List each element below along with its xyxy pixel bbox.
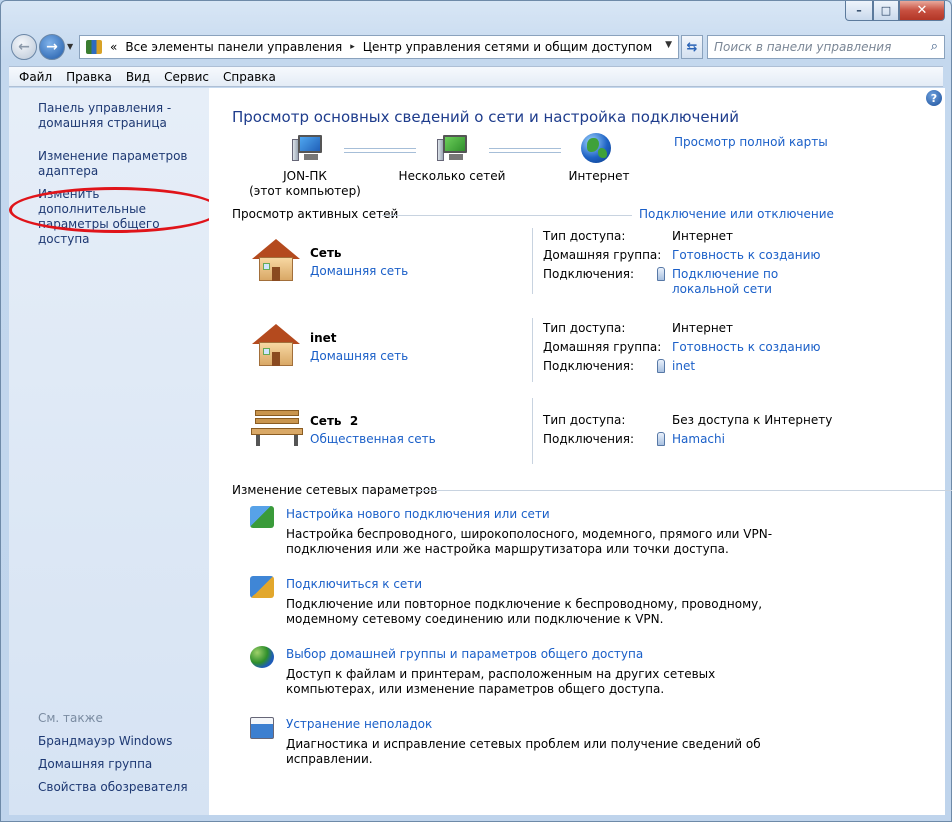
forward-button[interactable]: →: [39, 34, 65, 60]
multiple-networks-icon[interactable]: [437, 135, 467, 161]
network-type-link[interactable]: Домашняя сеть: [310, 349, 408, 363]
sidebar-link-homegroup[interactable]: Домашняя группа: [38, 757, 152, 772]
search-icon[interactable]: ⌕: [931, 39, 938, 54]
connection-link[interactable]: Hamachi: [672, 432, 725, 447]
sidebar-link-internet-options[interactable]: Свойства обозревателя: [38, 780, 188, 795]
new-connection-icon: [250, 506, 274, 528]
vertical-divider: [532, 318, 533, 382]
caption-buttons: – □ ✕: [845, 1, 945, 21]
homegroup-label: Домашняя группа:: [543, 340, 662, 354]
homegroup-label: Домашняя группа:: [543, 248, 662, 262]
internet-globe-icon[interactable]: [581, 133, 611, 163]
homegroup-link[interactable]: Готовность к созданию: [672, 340, 821, 355]
full-map-link[interactable]: Просмотр полной карты: [674, 135, 828, 149]
connections-label: Подключения:: [543, 267, 635, 281]
access-type-value: Интернет: [672, 229, 734, 243]
computer-sub: (этот компьютер): [249, 184, 361, 198]
address-bar[interactable]: « Все элементы панели управления ▸ Центр…: [79, 35, 679, 59]
close-button[interactable]: ✕: [899, 1, 945, 21]
refresh-button[interactable]: ⇆: [681, 35, 703, 59]
home-network-icon: [252, 239, 300, 281]
section-divider: [382, 215, 632, 216]
back-button[interactable]: ←: [11, 34, 37, 60]
help-icon[interactable]: ?: [926, 90, 942, 106]
vertical-divider: [532, 398, 533, 464]
multiple-networks-label: Несколько сетей: [398, 169, 506, 183]
troubleshoot-icon: [250, 717, 274, 739]
window-frame: – □ ✕ ← → ▼ « Все элементы панели управл…: [0, 0, 952, 822]
sidebar-link-firewall[interactable]: Брандмауэр Windows: [38, 734, 172, 749]
task-new-connection-link[interactable]: Настройка нового подключения или сети: [286, 507, 550, 521]
recent-pages-dropdown-icon[interactable]: ▼: [67, 42, 73, 51]
address-prefix[interactable]: «: [110, 40, 117, 54]
menu-edit[interactable]: Правка: [66, 70, 112, 84]
task-connect-link[interactable]: Подключиться к сети: [286, 577, 422, 591]
menu-tools[interactable]: Сервис: [164, 70, 209, 84]
access-type-label: Тип доступа:: [543, 413, 626, 427]
maximize-button[interactable]: □: [873, 1, 899, 21]
task-troubleshoot-link[interactable]: Устранение неполадок: [286, 717, 432, 731]
computer-name: JON-ПК: [283, 169, 327, 183]
sidebar-link-home[interactable]: Панель управления - домашняя страница: [38, 101, 178, 131]
network-type-link[interactable]: Домашняя сеть: [310, 264, 408, 278]
access-type-label: Тип доступа:: [543, 229, 626, 243]
menu-view[interactable]: Вид: [126, 70, 150, 84]
control-panel-icon: [86, 40, 102, 54]
access-type-label: Тип доступа:: [543, 321, 626, 335]
breadcrumb-all-items[interactable]: Все элементы панели управления: [125, 40, 342, 54]
sidebar-link-adapter[interactable]: Изменение параметров адаптера: [38, 149, 188, 179]
connection-link[interactable]: Подключение по локальной сети: [672, 267, 792, 297]
page-title: Просмотр основных сведений о сети и наст…: [232, 108, 739, 126]
change-settings-header: Изменение сетевых параметров: [232, 483, 438, 497]
map-line: [489, 148, 561, 153]
annotation-ellipse: [9, 187, 221, 233]
connect-network-icon: [250, 576, 274, 598]
menu-file[interactable]: Файл: [19, 70, 52, 84]
address-dropdown-icon[interactable]: ▼: [665, 40, 672, 50]
public-network-bench-icon: [251, 406, 303, 446]
task-description: Доступ к файлам и принтерам, расположенн…: [286, 667, 716, 696]
homegroup-link[interactable]: Готовность к созданию: [672, 248, 821, 263]
connections-label: Подключения:: [543, 432, 635, 446]
access-type-value: Без доступа к Интернету: [672, 413, 833, 427]
access-type-value: Интернет: [672, 321, 734, 335]
task-description: Настройка беспроводного, широкополосного…: [286, 527, 773, 556]
connections-label: Подключения:: [543, 359, 635, 373]
network-name: inet: [310, 331, 337, 345]
menu-help[interactable]: Справка: [223, 70, 276, 84]
breadcrumb-network-center[interactable]: Центр управления сетями и общим доступом: [363, 40, 652, 54]
network-name: Сеть 2: [310, 414, 359, 428]
connection-link[interactable]: inet: [672, 359, 695, 374]
ethernet-plug-icon: [657, 359, 665, 373]
minimize-button[interactable]: –: [845, 1, 873, 21]
task-description: Диагностика и исправление сетевых пробле…: [286, 737, 761, 766]
main-content: ? Просмотр основных сведений о сети и на…: [209, 88, 952, 815]
menu-bar: Файл Правка Вид Сервис Справка: [9, 66, 943, 87]
search-input[interactable]: Поиск в панели управления ⌕: [707, 35, 945, 59]
active-networks-header: Просмотр активных сетей: [232, 207, 399, 221]
sidebar: Панель управления - домашняя страница Из…: [9, 88, 221, 815]
section-divider: [414, 490, 952, 491]
connect-disconnect-link[interactable]: Подключение или отключение: [639, 207, 834, 221]
search-placeholder: Поиск в панели управления: [714, 40, 892, 54]
network-type-link[interactable]: Общественная сеть: [310, 432, 436, 446]
ethernet-plug-icon: [657, 267, 665, 281]
internet-label: Интернет: [568, 169, 630, 183]
vertical-divider: [532, 228, 533, 294]
computer-icon[interactable]: [292, 135, 322, 161]
see-also-title: См. также: [38, 711, 103, 725]
map-line: [344, 148, 416, 153]
homegroup-icon: [250, 646, 274, 668]
breadcrumb-separator-icon[interactable]: ▸: [350, 42, 355, 52]
home-network-icon: [252, 324, 300, 366]
network-name: Сеть: [310, 246, 342, 260]
navigation-row: ← → ▼ « Все элементы панели управления ▸…: [9, 33, 945, 61]
task-description: Подключение или повторное подключение к …: [286, 597, 763, 626]
task-homegroup-link[interactable]: Выбор домашней группы и параметров общег…: [286, 647, 643, 661]
ethernet-plug-icon: [657, 432, 665, 446]
